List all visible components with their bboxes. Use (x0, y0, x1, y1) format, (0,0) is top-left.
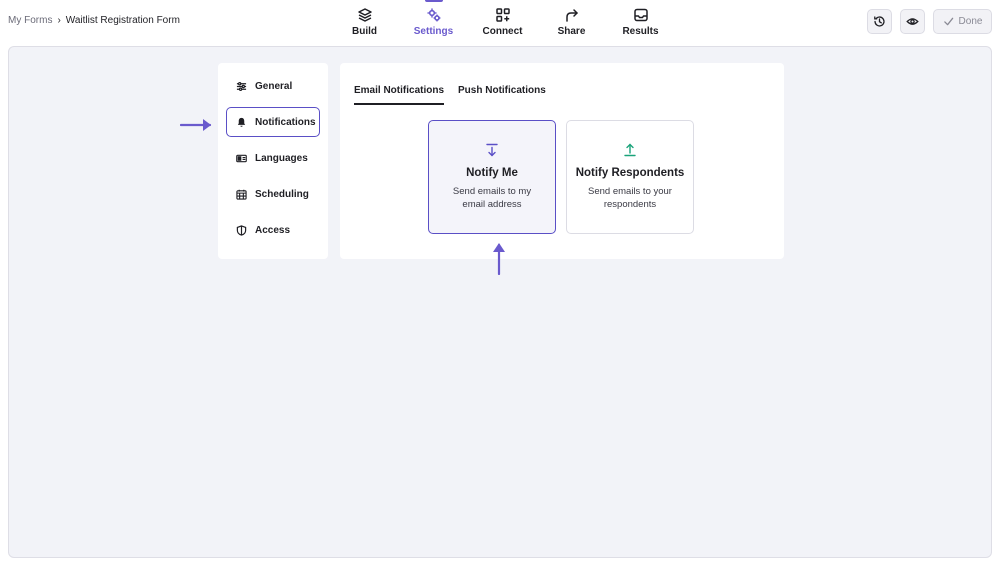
top-bar: My Forms › Waitlist Registration Form Bu… (0, 0, 1000, 44)
calendar-icon (236, 189, 247, 200)
eye-icon (906, 18, 919, 25)
done-button[interactable]: Done (933, 9, 992, 34)
notification-cards: Notify Me Send emails to my email addres… (428, 120, 694, 234)
nav-connect[interactable]: Connect (468, 0, 537, 44)
breadcrumb: My Forms › Waitlist Registration Form (8, 15, 180, 26)
nav-settings-label: Settings (413, 26, 454, 37)
breadcrumb-separator: › (57, 15, 61, 26)
annotation-arrow-up-icon (493, 243, 505, 275)
share-arrow-icon (565, 9, 578, 22)
sidebar-item-access[interactable]: Access (226, 215, 320, 245)
breadcrumb-current-form: Waitlist Registration Form (65, 15, 180, 26)
nav-settings[interactable]: Settings (399, 0, 468, 44)
nav-results-label: Results (622, 26, 659, 37)
nav-build[interactable]: Build (330, 0, 399, 44)
bell-icon (237, 117, 246, 127)
sidebar-item-label: General (255, 80, 293, 92)
nav-build-label: Build (352, 26, 377, 37)
top-actions: Done (867, 9, 992, 34)
sidebar-item-notifications[interactable]: Notifications (226, 107, 320, 137)
language-icon (236, 154, 247, 162)
notifications-panel: Email Notifications Push Notifications N… (340, 63, 784, 259)
tab-email-notifications[interactable]: Email Notifications (354, 85, 445, 105)
history-button[interactable] (867, 9, 892, 34)
inbox-icon (633, 8, 648, 22)
sidebar-item-label: Access (255, 224, 291, 236)
nav-share-label: Share (557, 26, 586, 37)
card-description: Send emails to my email address (452, 186, 532, 210)
main-nav: Build Settings Connect Share Results (330, 0, 675, 44)
sidebar-item-label: Notifications (255, 116, 316, 128)
card-title: Notify Me (466, 167, 518, 179)
history-icon (874, 16, 885, 27)
notification-tabs: Email Notifications Push Notifications (354, 85, 546, 105)
sidebar-item-label: Languages (255, 152, 308, 164)
shield-icon (236, 224, 247, 236)
settings-canvas: General Notifications Languages Scheduli… (8, 46, 992, 558)
notify-respondents-card[interactable]: Notify Respondents Send emails to your r… (566, 120, 694, 234)
apps-plus-icon (495, 8, 510, 22)
layers-icon (357, 8, 372, 22)
download-arrow-icon (486, 143, 498, 157)
sidebar-item-label: Scheduling (255, 188, 309, 200)
done-label: Done (958, 16, 983, 27)
tab-push-notifications[interactable]: Push Notifications (458, 85, 546, 105)
card-description: Send emails to your respondents (588, 186, 672, 210)
sidebar-item-languages[interactable]: Languages (226, 143, 320, 173)
settings-sidebar: General Notifications Languages Scheduli… (218, 63, 328, 259)
sidebar-item-general[interactable]: General (226, 71, 320, 101)
upload-arrow-icon (624, 143, 636, 157)
notify-me-card[interactable]: Notify Me Send emails to my email addres… (428, 120, 556, 234)
gears-icon (427, 8, 440, 22)
nav-share[interactable]: Share (537, 0, 606, 44)
nav-results[interactable]: Results (606, 0, 675, 44)
annotation-arrow-right-icon (180, 119, 212, 131)
preview-button[interactable] (900, 9, 925, 34)
sidebar-item-scheduling[interactable]: Scheduling (226, 179, 320, 209)
check-icon (943, 17, 953, 26)
card-title: Notify Respondents (575, 167, 685, 179)
breadcrumb-my-forms[interactable]: My Forms (8, 15, 52, 26)
nav-connect-label: Connect (482, 26, 523, 37)
sliders-icon (236, 81, 247, 91)
